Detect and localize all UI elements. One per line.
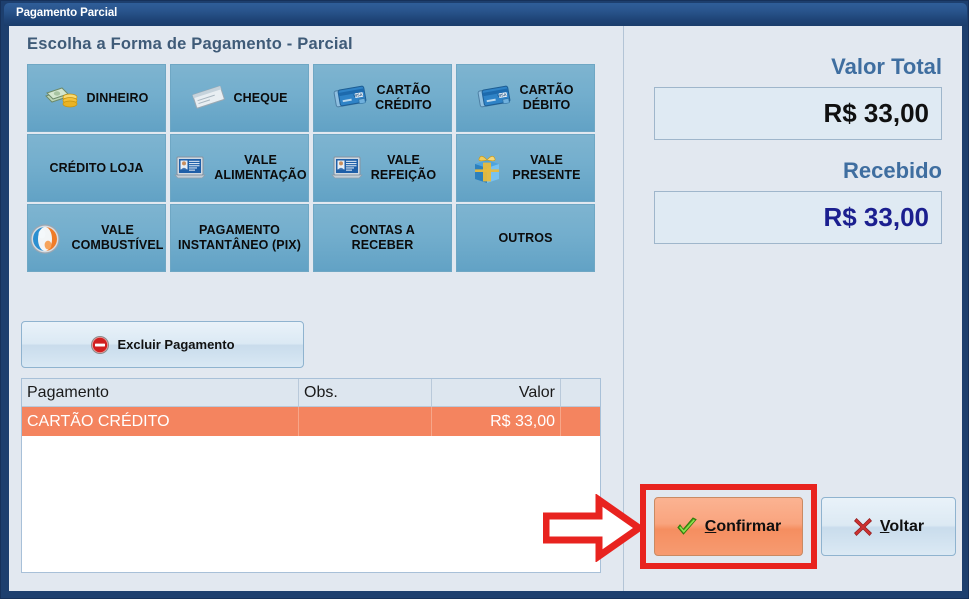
- table-row[interactable]: CARTÃO CRÉDITO R$ 33,00: [22, 407, 600, 436]
- payment-method-vale-refeicao[interactable]: VALE REFEIÇÃO: [313, 134, 452, 202]
- payment-method-label: PAGAMENTO INSTANTÂNEO (PIX): [178, 223, 301, 252]
- payment-method-label: CHEQUE: [233, 90, 288, 105]
- cell-pagamento: CARTÃO CRÉDITO: [22, 407, 299, 436]
- column-header-filler: [561, 379, 600, 407]
- valor-total-value: R$ 33,00: [823, 98, 929, 128]
- payment-method-vale-combustivel[interactable]: VALE COMBUSTÍVEL: [27, 204, 166, 272]
- payment-method-label: OUTROS: [498, 230, 553, 245]
- column-header-obs: Obs.: [299, 379, 432, 407]
- payment-method-label: VALE REFEIÇÃO: [370, 153, 437, 182]
- payment-method-label: CRÉDITO LOJA: [49, 160, 144, 175]
- title-bar: Pagamento Parcial: [4, 3, 967, 26]
- payment-method-label: CARTÃO CRÉDITO: [375, 83, 432, 112]
- cell-valor: R$ 33,00: [432, 407, 561, 436]
- payment-method-label: VALE ALIMENTAÇÃO: [214, 153, 307, 182]
- payment-method-label: VALE PRESENTE: [512, 153, 581, 182]
- payment-method-credito-loja[interactable]: CRÉDITO LOJA: [27, 134, 166, 202]
- red-x-icon: [853, 517, 873, 537]
- payment-method-vale-alimentacao[interactable]: VALE ALIMENTAÇÃO: [170, 134, 309, 202]
- valor-total-label: Valor Total: [831, 54, 942, 79]
- excluir-pagamento-label: Excluir Pagamento: [117, 337, 235, 352]
- confirmar-label: Confirmar: [704, 517, 782, 535]
- cheque-icon: [191, 82, 227, 114]
- section-title: Escolha a Forma de Pagamento - Parcial: [27, 35, 353, 53]
- excluir-pagamento-button[interactable]: Excluir Pagamento: [21, 321, 304, 368]
- window-pagamento-parcial: Pagamento Parcial Escolha a Forma de Pag…: [0, 0, 969, 599]
- voucher-card-icon: [329, 152, 365, 184]
- client-area: Escolha a Forma de Pagamento - Parcial D…: [9, 26, 962, 591]
- fuel-icon: [29, 222, 65, 254]
- payment-method-label: DINHEIRO: [86, 90, 149, 105]
- debit-card-icon: VISA: [477, 82, 513, 114]
- confirmar-button[interactable]: Confirmar: [654, 497, 803, 556]
- payment-method-dinheiro[interactable]: DINHEIRO: [27, 64, 166, 132]
- payment-method-cartao-credito[interactable]: VISA CARTÃO CRÉDITO: [313, 64, 452, 132]
- credit-card-icon: VISA: [333, 82, 369, 114]
- payment-method-contas-a-receber[interactable]: CONTAS A RECEBER: [313, 204, 452, 272]
- payment-method-outros[interactable]: OUTROS: [456, 204, 595, 272]
- column-header-pagamento: Pagamento: [22, 379, 299, 407]
- payment-method-pagamento-instantaneo-pix[interactable]: PAGAMENTO INSTANTÂNEO (PIX): [170, 204, 309, 272]
- money-icon: [44, 82, 81, 114]
- window-title: Pagamento Parcial: [16, 7, 118, 19]
- payment-method-cartao-debito[interactable]: VISA CARTÃO DÉBITO: [456, 64, 595, 132]
- valor-total-box: R$ 33,00: [654, 87, 942, 140]
- column-header-valor: Valor: [432, 379, 561, 407]
- voltar-label: Voltar: [879, 517, 925, 535]
- green-check-icon: [676, 516, 698, 537]
- recebido-label: Recebido: [842, 158, 942, 183]
- gift-icon: [470, 152, 506, 184]
- recebido-value: R$ 33,00: [823, 202, 929, 232]
- payment-method-vale-presente[interactable]: VALE PRESENTE: [456, 134, 595, 202]
- cell-obs: [299, 407, 432, 436]
- delete-forbidden-icon: [90, 335, 110, 355]
- table-header-row: Pagamento Obs. Valor: [22, 379, 600, 407]
- payment-method-label: CARTÃO DÉBITO: [519, 83, 574, 112]
- payments-table[interactable]: Pagamento Obs. Valor CARTÃO CRÉDITO R$ 3…: [21, 378, 601, 573]
- payment-method-label: CONTAS A RECEBER: [350, 223, 415, 252]
- voltar-button[interactable]: Voltar: [821, 497, 956, 556]
- payment-method-label: VALE COMBUSTÍVEL: [71, 223, 164, 252]
- cell-filler: [561, 407, 600, 436]
- recebido-box: R$ 33,00: [654, 191, 942, 244]
- voucher-card-icon: [172, 152, 208, 184]
- red-arrow-annotation: [543, 494, 643, 562]
- payment-method-cheque[interactable]: CHEQUE: [170, 64, 309, 132]
